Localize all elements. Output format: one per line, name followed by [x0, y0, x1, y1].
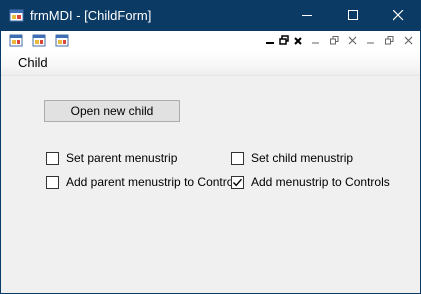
maximize-button[interactable]	[330, 0, 376, 31]
close-icon[interactable]	[292, 34, 305, 47]
app-icon[interactable]	[9, 34, 24, 48]
mdi-control-bar	[1, 31, 420, 51]
checkbox-box[interactable]	[231, 152, 244, 165]
window-title: frmMDI - [ChildForm]	[30, 8, 152, 23]
checkbox-label: Add menustrip to Controls	[251, 175, 390, 189]
minimize-icon[interactable]	[364, 34, 377, 47]
app-icon[interactable]	[9, 8, 24, 23]
close-icon[interactable]	[402, 34, 415, 47]
minimize-button[interactable]	[284, 0, 330, 31]
title-bar[interactable]: frmMDI - [ChildForm]	[0, 0, 421, 31]
checkbox-label: Add parent menustrip to Controls	[66, 175, 243, 189]
menu-strip: Child	[1, 51, 420, 76]
client-area: Child Open new child Set parent menustri…	[1, 31, 420, 293]
close-icon	[393, 10, 404, 21]
app-icon[interactable]	[55, 34, 70, 48]
checkbox-label: Set child menustrip	[251, 151, 354, 165]
restore-icon[interactable]	[383, 34, 396, 47]
checkbox-box[interactable]	[231, 176, 244, 189]
checkbox-label: Set parent menustrip	[66, 151, 178, 165]
minimize-icon[interactable]	[264, 34, 277, 47]
app-icon[interactable]	[32, 34, 47, 48]
child-form-area: Open new child Set parent menustrip Set …	[1, 76, 420, 293]
maximize-icon	[348, 10, 358, 20]
restore-icon[interactable]	[328, 34, 341, 47]
checkbox-box[interactable]	[46, 176, 59, 189]
minimize-icon[interactable]	[309, 34, 322, 47]
close-button[interactable]	[375, 0, 421, 31]
checkbox-box[interactable]	[46, 152, 59, 165]
open-new-child-button[interactable]: Open new child	[44, 100, 180, 122]
menu-item-child[interactable]: Child	[5, 53, 61, 73]
restore-icon[interactable]	[278, 34, 291, 47]
close-icon[interactable]	[346, 34, 359, 47]
minimize-icon	[302, 15, 312, 16]
main-window: frmMDI - [ChildForm] Child Open new chil…	[0, 0, 421, 294]
checkmark-icon	[232, 178, 243, 187]
